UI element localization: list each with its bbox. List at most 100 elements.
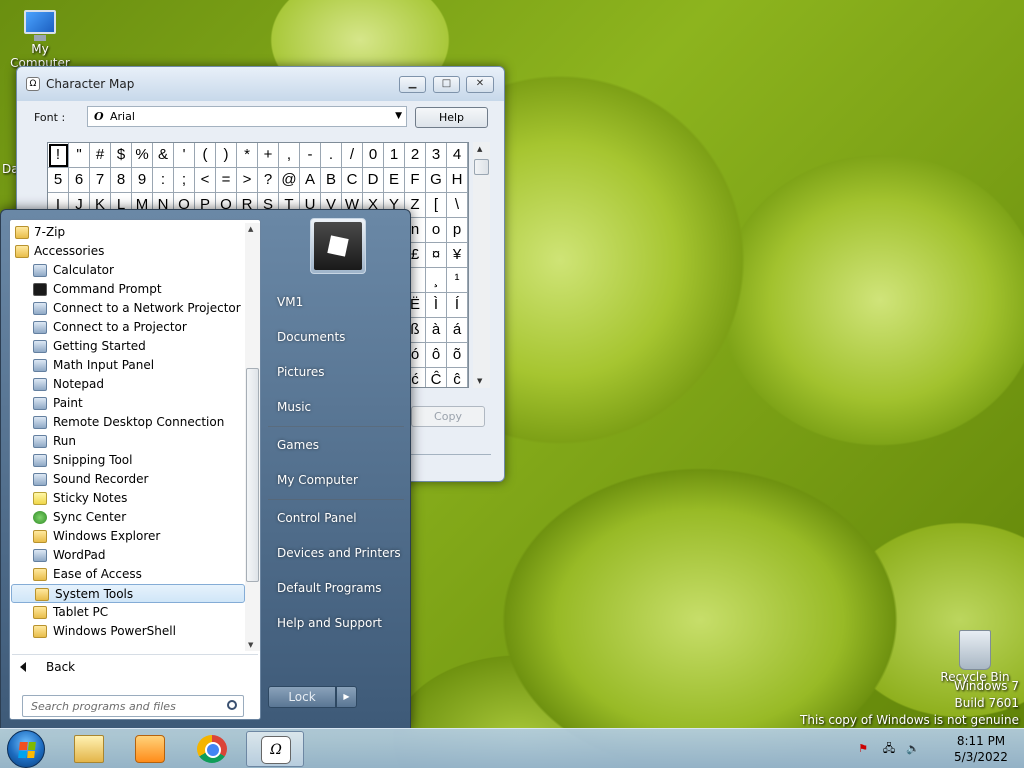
places-item-control-panel[interactable]: Control Panel bbox=[268, 504, 408, 532]
program-item[interactable]: Getting Started bbox=[10, 337, 246, 356]
places-item-default-programs[interactable]: Default Programs bbox=[268, 574, 408, 602]
font-dropdown[interactable]: O Arial ▼ bbox=[87, 106, 407, 127]
character-cell[interactable]: $ bbox=[111, 143, 132, 168]
recycle-bin-desktop-icon[interactable]: Recycle Bin bbox=[940, 630, 1010, 684]
start-button[interactable] bbox=[7, 730, 45, 768]
character-cell[interactable]: 9 bbox=[132, 168, 153, 193]
character-cell[interactable]: 3 bbox=[426, 143, 447, 168]
character-cell[interactable]: # bbox=[90, 143, 111, 168]
program-item[interactable]: Paint bbox=[10, 394, 246, 413]
lock-button[interactable]: Lock bbox=[268, 686, 336, 708]
taskbar-windows-explorer[interactable] bbox=[60, 731, 118, 767]
character-cell[interactable]: C bbox=[342, 168, 363, 193]
character-cell[interactable]: H bbox=[447, 168, 468, 193]
character-cell[interactable]: : bbox=[153, 168, 174, 193]
character-cell[interactable]: ) bbox=[216, 143, 237, 168]
program-item[interactable]: 7-Zip bbox=[10, 223, 246, 242]
title-bar[interactable]: Ω Character Map ▁ □ ✕ bbox=[17, 67, 504, 101]
character-cell[interactable]: 4 bbox=[447, 143, 468, 168]
character-cell[interactable]: 2 bbox=[405, 143, 426, 168]
character-cell[interactable]: ô bbox=[426, 343, 447, 368]
search-box[interactable] bbox=[22, 695, 244, 717]
volume-icon[interactable]: 🔈 bbox=[906, 742, 920, 756]
character-cell[interactable]: . bbox=[321, 143, 342, 168]
program-item[interactable]: Sync Center bbox=[10, 508, 246, 527]
program-item[interactable]: Calculator bbox=[10, 261, 246, 280]
character-cell[interactable]: % bbox=[132, 143, 153, 168]
character-cell[interactable]: 6 bbox=[69, 168, 90, 193]
places-item-help-and-support[interactable]: Help and Support bbox=[268, 609, 408, 637]
program-item[interactable]: Notepad bbox=[10, 375, 246, 394]
action-center-flag-icon[interactable]: ⚑ bbox=[856, 742, 870, 756]
copy-button[interactable]: Copy bbox=[411, 406, 485, 427]
character-cell[interactable]: 8 bbox=[111, 168, 132, 193]
program-item[interactable]: WordPad bbox=[10, 546, 246, 565]
character-cell[interactable]: , bbox=[279, 143, 300, 168]
character-grid-scrollbar[interactable]: ▲ ▼ bbox=[473, 142, 490, 388]
character-cell[interactable]: A bbox=[300, 168, 321, 193]
program-item[interactable]: Run bbox=[10, 432, 246, 451]
program-item[interactable]: Accessories bbox=[10, 242, 246, 261]
scroll-down-icon[interactable]: ▼ bbox=[477, 377, 482, 385]
character-cell[interactable]: < bbox=[195, 168, 216, 193]
character-cell[interactable]: ' bbox=[174, 143, 195, 168]
scroll-up-icon[interactable]: ▲ bbox=[477, 145, 482, 153]
program-item[interactable]: Remote Desktop Connection bbox=[10, 413, 246, 432]
user-avatar[interactable] bbox=[310, 218, 366, 274]
search-icon[interactable] bbox=[227, 700, 237, 710]
program-item[interactable]: Windows Explorer bbox=[10, 527, 246, 546]
character-cell[interactable]: ĉ bbox=[447, 368, 468, 387]
scroll-up-icon[interactable]: ▲ bbox=[248, 225, 253, 233]
character-cell[interactable]: 1 bbox=[384, 143, 405, 168]
close-button[interactable]: ✕ bbox=[466, 76, 494, 93]
character-cell[interactable]: ? bbox=[258, 168, 279, 193]
character-cell[interactable]: Ĉ bbox=[426, 368, 447, 387]
help-button[interactable]: Help bbox=[415, 107, 488, 128]
character-cell[interactable]: õ bbox=[447, 343, 468, 368]
character-cell[interactable]: > bbox=[237, 168, 258, 193]
places-item-games[interactable]: Games bbox=[268, 431, 408, 459]
character-cell[interactable]: B bbox=[321, 168, 342, 193]
program-item[interactable]: Command Prompt bbox=[10, 280, 246, 299]
scroll-thumb[interactable] bbox=[474, 159, 489, 175]
character-cell[interactable]: * bbox=[237, 143, 258, 168]
program-item[interactable]: Snipping Tool bbox=[10, 451, 246, 470]
program-item[interactable]: System Tools bbox=[11, 584, 245, 603]
character-cell[interactable]: ¹ bbox=[447, 268, 468, 293]
character-cell[interactable]: @ bbox=[279, 168, 300, 193]
program-item[interactable]: Windows PowerShell bbox=[10, 622, 246, 641]
back-button[interactable]: Back bbox=[20, 660, 75, 674]
character-cell[interactable]: o bbox=[426, 218, 447, 243]
character-cell[interactable]: 0 bbox=[363, 143, 384, 168]
program-item[interactable]: Sound Recorder bbox=[10, 470, 246, 489]
my-computer-desktop-icon[interactable]: My Computer bbox=[0, 8, 80, 70]
character-cell[interactable]: D bbox=[363, 168, 384, 193]
character-cell[interactable]: Í bbox=[447, 293, 468, 318]
taskbar-windows-media-player[interactable] bbox=[121, 731, 179, 767]
character-cell[interactable]: - bbox=[300, 143, 321, 168]
character-cell[interactable]: F bbox=[405, 168, 426, 193]
character-cell[interactable]: à bbox=[426, 318, 447, 343]
character-cell[interactable]: 7 bbox=[90, 168, 111, 193]
program-item[interactable]: Math Input Panel bbox=[10, 356, 246, 375]
places-item-devices-and-printers[interactable]: Devices and Printers bbox=[268, 539, 408, 567]
program-item[interactable]: Connect to a Projector bbox=[10, 318, 246, 337]
places-item-my-computer[interactable]: My Computer bbox=[268, 466, 408, 494]
shutdown-options-arrow-icon[interactable]: ▶ bbox=[336, 686, 357, 708]
program-item[interactable]: Tablet PC bbox=[10, 603, 246, 622]
character-cell[interactable]: \ bbox=[447, 193, 468, 218]
character-cell[interactable]: ; bbox=[174, 168, 195, 193]
program-item[interactable]: Ease of Access bbox=[10, 565, 246, 584]
character-cell[interactable]: Ì bbox=[426, 293, 447, 318]
character-cell[interactable]: á bbox=[447, 318, 468, 343]
system-clock[interactable]: 8:11 PM 5/3/2022 bbox=[946, 733, 1016, 765]
character-cell[interactable]: ( bbox=[195, 143, 216, 168]
minimize-button[interactable]: ▁ bbox=[399, 76, 426, 93]
character-cell[interactable]: 5 bbox=[48, 168, 69, 193]
character-cell[interactable]: [ bbox=[426, 193, 447, 218]
character-cell[interactable]: ¸ bbox=[426, 268, 447, 293]
character-cell[interactable]: ¥ bbox=[447, 243, 468, 268]
program-item[interactable]: Connect to a Network Projector bbox=[10, 299, 246, 318]
places-item-documents[interactable]: Documents bbox=[268, 323, 408, 351]
character-cell[interactable]: " bbox=[69, 143, 90, 168]
